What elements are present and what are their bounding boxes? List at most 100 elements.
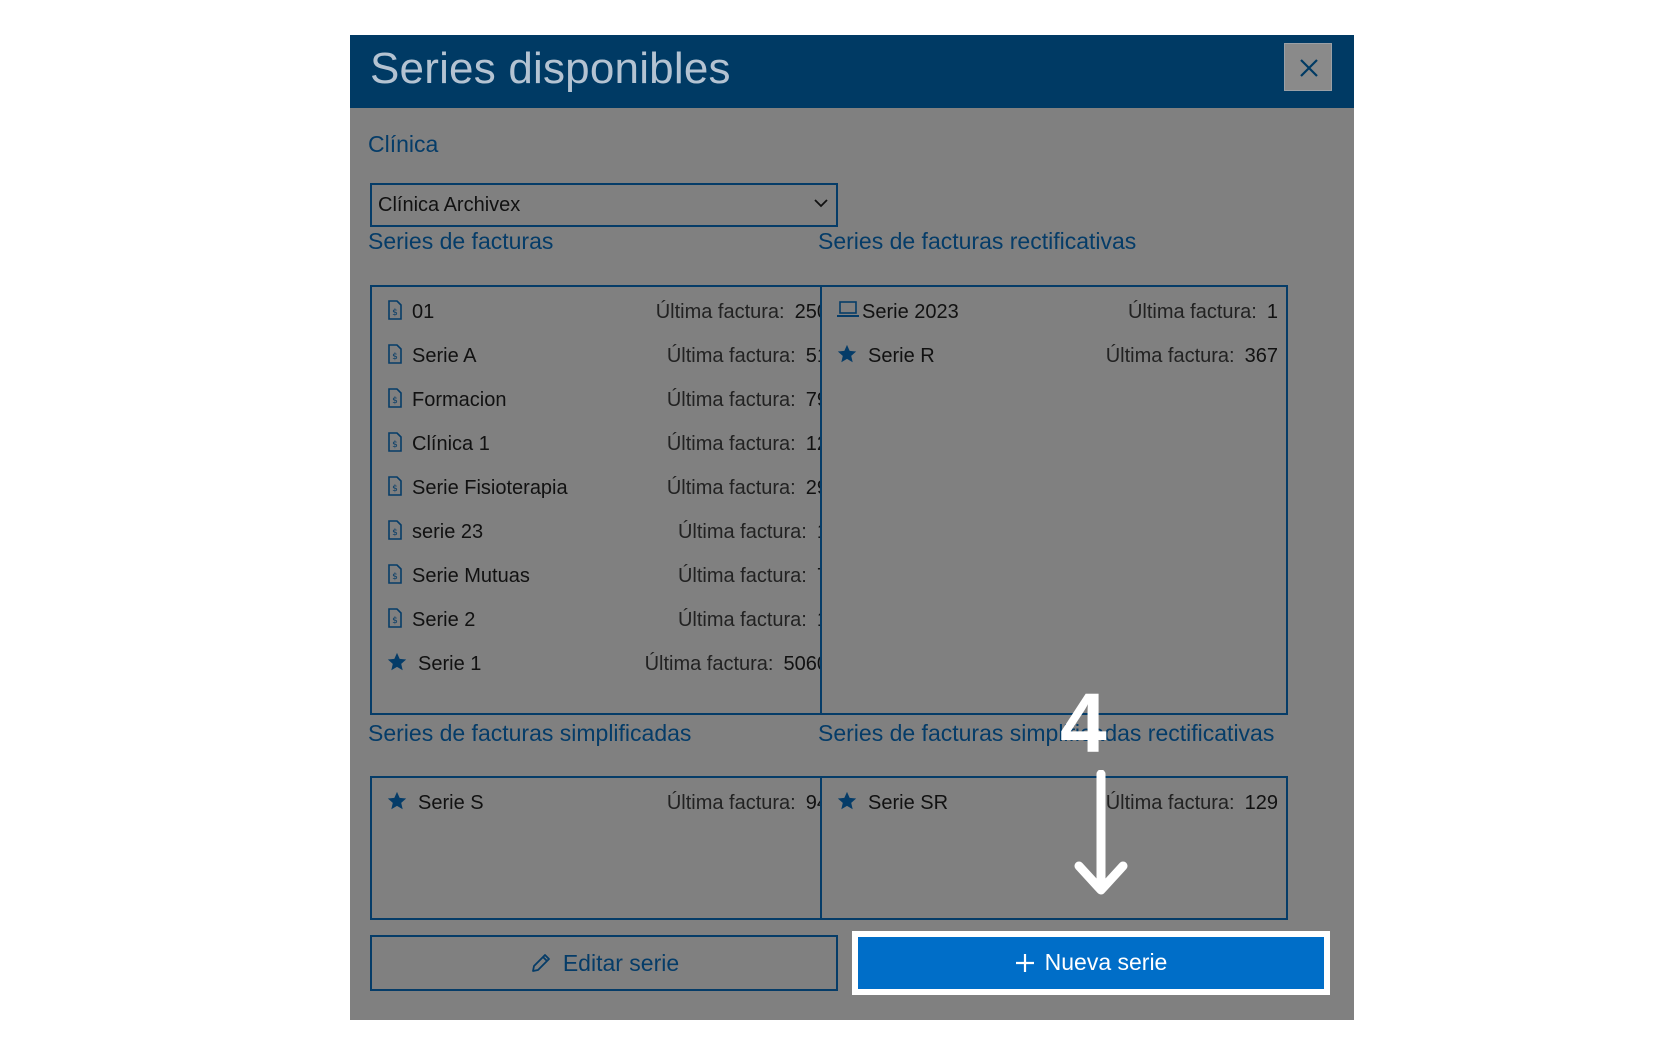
- series-name: Serie SR: [868, 792, 949, 814]
- svg-text:$: $: [392, 484, 398, 494]
- last-invoice-label: Última factura:: [666, 477, 796, 499]
- invoice-series-list: $01 Última factura: 250 $ Serie A Última fact…: [370, 285, 838, 715]
- last-invoice: Última factura:7: [678, 565, 828, 588]
- svg-text:$: $: [392, 616, 398, 626]
- clinic-label: Clínica: [368, 131, 439, 157]
- pencil-icon: [531, 954, 550, 972]
- invoice-series-row[interactable]: $ Serie 2 Última factura:1: [372, 603, 836, 635]
- last-invoice-label: Última factura:: [644, 653, 774, 675]
- chevron-down-icon: [814, 199, 828, 208]
- star-icon: [386, 790, 408, 817]
- invoice-icon: $: [386, 563, 404, 590]
- last-invoice-label: Última factura:: [666, 433, 796, 455]
- last-invoice: Última factura: 129: [1106, 792, 1278, 815]
- last-invoice-number: 129: [1244, 792, 1278, 814]
- invoice-series-row[interactable]: Serie 1 Última factura: 5060: [372, 647, 836, 679]
- last-invoice-label: Última factura:: [1127, 301, 1257, 323]
- star-icon: [386, 651, 408, 678]
- last-invoice: Última factura: 79: [667, 389, 828, 412]
- invoice-icon: $: [386, 387, 404, 414]
- invoice-series-row[interactable]: $ Serie Mutuas Última factura:7: [372, 559, 836, 591]
- series-name: Serie 1: [418, 653, 482, 675]
- invoice-icon: $: [386, 431, 404, 458]
- dialog-title: Series disponibles: [370, 44, 731, 93]
- plus-icon: [1015, 954, 1034, 972]
- simplified-series-heading: Series de facturas simplificadas: [368, 720, 692, 746]
- last-invoice-label: Última factura:: [666, 792, 796, 814]
- last-invoice-label: Última factura:: [666, 345, 796, 367]
- series-name: Serie 2: [412, 609, 476, 631]
- invoice-series-row[interactable]: $01 Última factura: 250: [372, 295, 836, 327]
- svg-text:$: $: [392, 352, 398, 362]
- svg-text:$: $: [392, 572, 398, 582]
- series-name: Serie Mutuas: [412, 565, 530, 587]
- clinic-select[interactable]: Clínica Archivex: [370, 183, 838, 227]
- invoice-icon: $: [386, 607, 404, 634]
- last-invoice-label: Última factura:: [677, 565, 807, 587]
- last-invoice-label: Última factura:: [1105, 345, 1235, 367]
- invoice-series-row[interactable]: $ Clínica 1 Última factura: 12: [372, 427, 836, 459]
- invoice-icon: $: [386, 299, 404, 326]
- arrow-down-icon: [1074, 770, 1128, 895]
- svg-text:$: $: [392, 528, 398, 538]
- rectifying-series-row[interactable]: Serie 2023 Última factura: 1: [822, 295, 1286, 327]
- svg-text:$: $: [392, 440, 398, 450]
- series-name: Serie S: [418, 792, 484, 814]
- series-name: Clínica 1: [412, 433, 490, 455]
- series-name: 01: [412, 301, 435, 323]
- star-icon: [836, 790, 858, 817]
- last-invoice-number: 367: [1244, 345, 1278, 367]
- rectifying-series-heading: Series de facturas rectificativas: [818, 228, 1137, 254]
- series-name: serie 23: [412, 521, 484, 543]
- simplified-rectifying-series-heading: Series de facturas simplificadas rectifi…: [818, 720, 1275, 746]
- last-invoice: Última factura: 51: [667, 345, 828, 368]
- clinic-select-value: Clínica Archivex: [378, 194, 521, 216]
- new-series-button[interactable]: Nueva serie: [858, 937, 1324, 989]
- last-invoice-label: Última factura:: [666, 389, 796, 411]
- last-invoice: Última factura: 12: [667, 433, 828, 456]
- simplified-series-row[interactable]: Serie S Última factura: 94: [372, 786, 836, 818]
- last-invoice-label: Última factura:: [655, 301, 785, 323]
- last-invoice-label: Última factura:: [677, 521, 807, 543]
- invoice-series-row[interactable]: $ serie 23 Última factura:1: [372, 515, 836, 547]
- invoice-series-heading: Series de facturas: [368, 228, 554, 254]
- simplified-series-list: Serie S Última factura: 94: [370, 776, 838, 920]
- last-invoice: Última factura: 5060: [645, 653, 828, 676]
- step-number-annotation: 4: [1060, 676, 1107, 770]
- invoice-series-row[interactable]: $ Serie A Última factura: 51: [372, 339, 836, 371]
- last-invoice-number: 1: [1266, 301, 1278, 323]
- series-name: Serie 2023: [862, 301, 959, 323]
- new-series-highlight: Nueva serie: [852, 931, 1330, 995]
- series-name: Serie A: [412, 345, 477, 367]
- simplified-rectifying-series-row[interactable]: Serie SR Última factura: 129: [822, 786, 1286, 818]
- series-name: Formacion: [412, 389, 507, 411]
- edit-series-label: Editar serie: [562, 950, 680, 976]
- edit-series-button[interactable]: Editar serie: [370, 935, 838, 991]
- last-invoice: Última factura:1: [678, 521, 828, 544]
- svg-text:$: $: [392, 308, 398, 318]
- close-button[interactable]: [1284, 43, 1332, 91]
- last-invoice: Última factura: 1: [1128, 301, 1278, 324]
- invoice-series-row[interactable]: $ Formacion Última factura: 79: [372, 383, 836, 415]
- last-invoice-label: Última factura:: [677, 609, 807, 631]
- series-name: Serie Fisioterapia: [412, 477, 568, 499]
- invoice-icon: $: [386, 343, 404, 370]
- invoice-icon: $: [386, 519, 404, 546]
- invoice-icon: $: [386, 475, 404, 502]
- star-icon: [836, 343, 858, 370]
- last-invoice: Última factura: 29: [667, 477, 828, 500]
- last-invoice: Última factura: 250: [656, 301, 828, 324]
- svg-text:$: $: [392, 396, 398, 406]
- rectifying-series-row[interactable]: Serie R Última factura: 367: [822, 339, 1286, 371]
- series-dialog: Series disponibles Clínica Clínica Archi…: [350, 35, 1354, 1020]
- simplified-rectifying-series-list: Serie SR Última factura: 129: [820, 776, 1288, 920]
- rectifying-series-list: Serie 2023 Última factura: 1 Serie R Última …: [820, 285, 1288, 715]
- laptop-icon: [836, 299, 860, 324]
- last-invoice: Última factura:1: [678, 609, 828, 632]
- invoice-series-row[interactable]: $ Serie Fisioterapia Última factura: 29: [372, 471, 836, 503]
- new-series-label: Nueva serie: [1044, 949, 1168, 975]
- last-invoice: Última factura: 94: [667, 792, 828, 815]
- series-name: Serie R: [868, 345, 935, 367]
- dialog-titlebar: Series disponibles: [350, 35, 1354, 108]
- close-icon: [1300, 59, 1318, 77]
